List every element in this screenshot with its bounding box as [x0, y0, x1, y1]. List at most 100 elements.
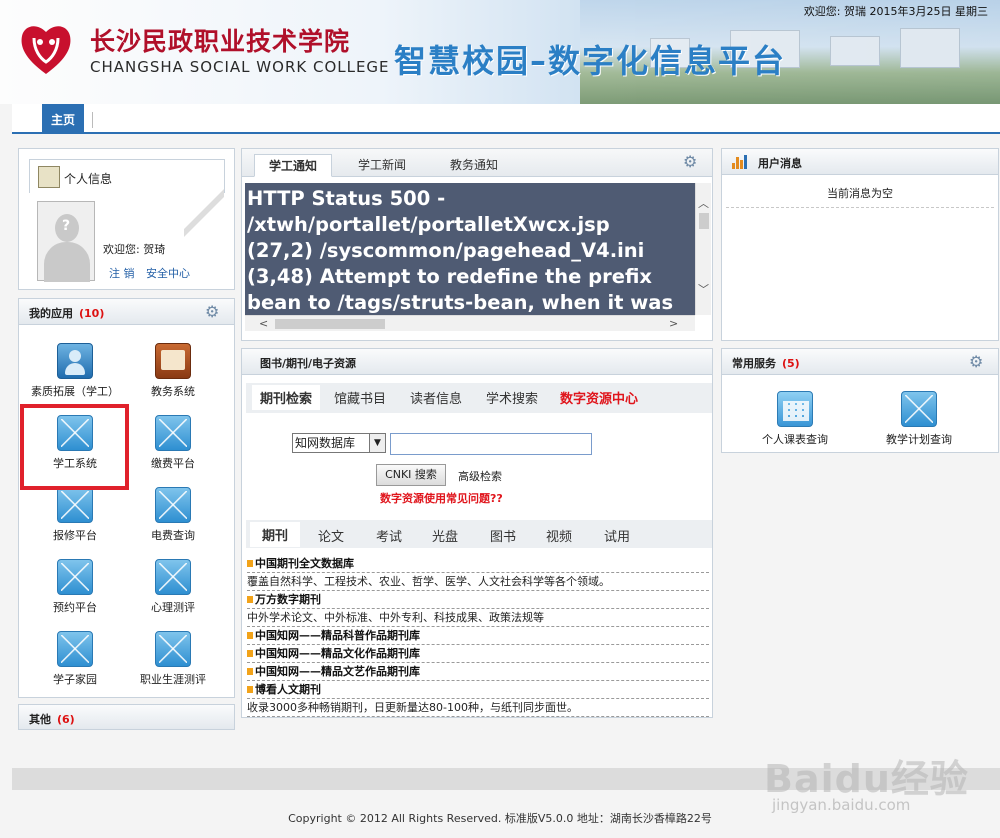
app-label: 心理测评 — [151, 601, 195, 614]
gear-icon[interactable]: ⚙ — [205, 303, 222, 320]
user-messages-panel: 用户消息 当前消息为空 — [721, 148, 999, 341]
scroll-thumb[interactable] — [699, 213, 709, 229]
app-academic-affairs[interactable]: 教务系统 — [123, 343, 223, 405]
personal-info-title: 个人信息 — [64, 172, 113, 186]
tab-academic-search[interactable]: 学术搜索 — [486, 388, 538, 407]
gear-icon[interactable]: ⚙ — [683, 153, 700, 170]
app-label: 报修平台 — [53, 529, 97, 542]
my-apps-title: 我的应用 — [29, 307, 73, 320]
tab-digital-resources[interactable]: 数字资源中心 — [560, 388, 638, 407]
app-electricity[interactable]: 电费查询 — [123, 487, 223, 549]
service-timetable[interactable]: 个人课表查询 — [740, 391, 850, 447]
school-name-en: CHANGSHA SOCIAL WORK COLLEGE — [90, 58, 390, 76]
highlight-box — [20, 404, 129, 490]
account-links: 注 销 安全中心 — [109, 265, 198, 281]
mail-icon — [155, 487, 191, 523]
app-psych-test[interactable]: 心理测评 — [123, 559, 223, 621]
person-card-icon — [57, 343, 93, 379]
resource-desc: 中外学术论文、中外标准、中外专利、科技成果、政策法规等 — [247, 609, 709, 627]
user-messages-header: 用户消息 — [722, 149, 998, 175]
book-icon — [155, 343, 191, 379]
chevron-down-icon: ▼ — [369, 434, 385, 452]
resource-title[interactable]: 中国期刊全文数据库 — [247, 555, 709, 573]
service-label: 教学计划查询 — [886, 433, 952, 446]
app-label: 预约平台 — [53, 601, 97, 614]
common-services-panel: 常用服务 (5) ⚙ 个人课表查询 教学计划查询 — [721, 348, 999, 453]
my-apps-header: 我的应用 (10) ⚙ — [19, 299, 234, 325]
vertical-scrollbar[interactable]: ︿ ﹀ — [695, 183, 711, 315]
app-label: 电费查询 — [151, 529, 195, 542]
mail-icon — [155, 559, 191, 595]
platform-title: 智慧校园–数字化信息平台 — [394, 42, 787, 80]
my-apps-panel: 我的应用 (10) ⚙ 素质拓展（学工） 教务系统 学工系统 缴费平台 报修平台 … — [18, 298, 235, 698]
library-title: 图书/期刊/电子资源 — [260, 357, 357, 370]
pen-decoration-icon — [184, 189, 224, 237]
database-select[interactable]: 知网数据库 ▼ — [292, 433, 386, 453]
app-label: 素质拓展（学工） — [31, 385, 119, 398]
tab-thesis[interactable]: 论文 — [318, 526, 344, 545]
category-tabs: 期刊 论文 考试 光盘 图书 视频 试用 — [246, 520, 712, 548]
tab-books[interactable]: 图书 — [490, 526, 516, 545]
app-label: 教务系统 — [151, 385, 195, 398]
mail-icon — [57, 631, 93, 667]
faq-link[interactable]: 数字资源使用常见问题?? — [380, 490, 503, 506]
app-label: 职业生涯测评 — [140, 673, 206, 686]
baidu-watermark: Baidu经验 — [764, 757, 969, 801]
gear-icon[interactable]: ⚙ — [969, 353, 986, 370]
resource-title[interactable]: 万方数字期刊 — [247, 591, 709, 609]
app-repair[interactable]: 报修平台 — [25, 487, 125, 549]
avatar: ? — [37, 201, 95, 282]
nav-home-tab[interactable]: 主页 — [42, 104, 84, 134]
resource-title[interactable]: 博看人文期刊 — [247, 681, 709, 699]
library-panel: 图书/期刊/电子资源 期刊检索 馆藏书目 读者信息 学术搜索 数字资源中心 知网… — [241, 348, 713, 718]
app-reservation[interactable]: 预约平台 — [25, 559, 125, 621]
tab-reader-info[interactable]: 读者信息 — [410, 388, 462, 407]
tab-journal-search[interactable]: 期刊检索 — [252, 385, 321, 410]
app-label: 学子家园 — [53, 673, 97, 686]
baidu-watermark-url: jingyan.baidu.com — [772, 796, 911, 814]
tab-journal[interactable]: 期刊 — [250, 522, 301, 547]
resource-title[interactable]: 中国知网——精品文化作品期刊库 — [247, 645, 709, 663]
scroll-right-icon[interactable]: > — [669, 317, 678, 330]
service-teaching-plan[interactable]: 教学计划查询 — [864, 391, 974, 447]
tab-exam[interactable]: 考试 — [376, 526, 402, 545]
personal-info-panel: 个人信息 ? 欢迎您: 贺琦 注 销 安全中心 — [18, 148, 235, 290]
other-header: 其他 (6) — [19, 705, 234, 729]
cnki-search-button[interactable]: CNKI 搜索 — [376, 464, 446, 486]
security-center-link[interactable]: 安全中心 — [146, 267, 190, 280]
scroll-down-icon[interactable]: ﹀ — [698, 281, 709, 297]
search-input[interactable] — [390, 433, 592, 455]
mail-icon — [901, 391, 937, 427]
tab-trial[interactable]: 试用 — [604, 526, 630, 545]
empty-message: 当前消息为空 — [726, 185, 994, 208]
resource-title[interactable]: 中国知网——精品科普作品期刊库 — [247, 627, 709, 645]
welcome-date: 欢迎您: 贺瑞 2015年3月25日 星期三 — [803, 5, 988, 18]
tab-student-news[interactable]: 学工新闻 — [344, 154, 420, 177]
tab-cd[interactable]: 光盘 — [432, 526, 458, 545]
my-apps-count: (10) — [79, 307, 105, 320]
scroll-up-icon[interactable]: ︿ — [698, 195, 709, 211]
user-welcome: 欢迎您: 贺琦 — [103, 243, 166, 256]
resource-desc: 覆盖自然科学、工程技术、农业、哲学、医学、人文社会科学等各个领域。 — [247, 573, 709, 591]
app-payment[interactable]: 缴费平台 — [123, 415, 223, 477]
app-student-home[interactable]: 学子家园 — [25, 631, 125, 693]
college-logo-icon — [21, 26, 71, 74]
mail-icon — [57, 559, 93, 595]
app-career-test[interactable]: 职业生涯测评 — [123, 631, 223, 693]
scroll-thumb[interactable] — [275, 319, 385, 329]
app-quality-expansion[interactable]: 素质拓展（学工） — [25, 343, 125, 405]
tab-academic-notice[interactable]: 教务通知 — [436, 154, 512, 177]
library-header: 图书/期刊/电子资源 — [242, 349, 712, 375]
notebook-icon — [38, 166, 60, 188]
resource-desc: 收录3000多种畅销期刊，日更新量达80-100种，与纸刊同步面世。 — [247, 699, 709, 717]
horizontal-scrollbar[interactable]: < > — [245, 315, 695, 331]
bar-chart-icon — [732, 155, 748, 169]
other-panel[interactable]: 其他 (6) — [18, 704, 235, 730]
scroll-left-icon[interactable]: < — [259, 317, 268, 330]
advanced-search-link[interactable]: 高级检索 — [458, 468, 502, 484]
resource-title[interactable]: 中国知网——精品文艺作品期刊库 — [247, 663, 709, 681]
logout-link[interactable]: 注 销 — [109, 267, 135, 280]
tab-video[interactable]: 视频 — [546, 526, 572, 545]
tab-student-notice[interactable]: 学工通知 — [254, 154, 333, 177]
tab-catalog[interactable]: 馆藏书目 — [334, 388, 386, 407]
